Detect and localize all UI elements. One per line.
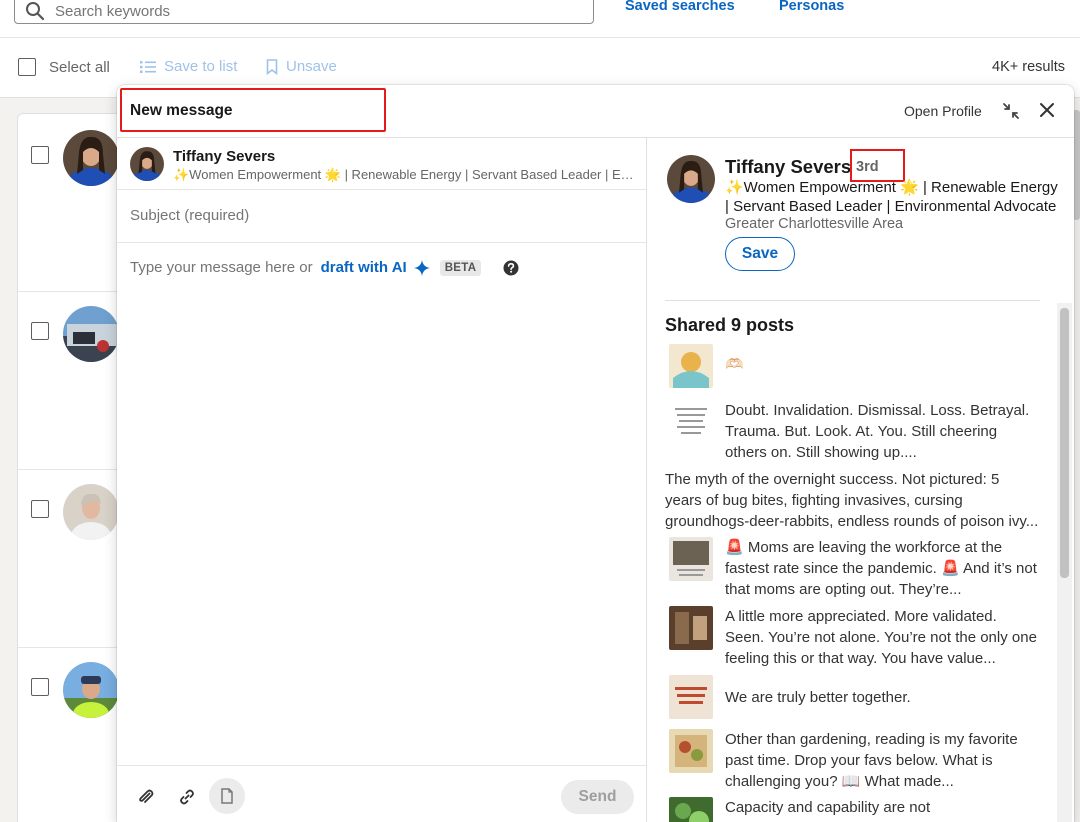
- minimize-icon[interactable]: [1001, 101, 1021, 121]
- result-checkbox[interactable]: [31, 678, 49, 696]
- unsave-label: Unsave: [286, 58, 337, 75]
- profile-scrollbar-thumb[interactable]: [1060, 308, 1069, 578]
- save-lead-button[interactable]: Save: [725, 237, 795, 271]
- result-checkbox[interactable]: [31, 322, 49, 340]
- page-scrollbar[interactable]: [1073, 110, 1080, 220]
- post-text: 🚨 Moms are leaving the workforce at the …: [725, 539, 1037, 598]
- search-box[interactable]: [14, 0, 594, 24]
- recipient-avatar: [130, 147, 164, 181]
- select-all-label: Select all: [49, 58, 110, 76]
- close-icon[interactable]: [1038, 101, 1056, 119]
- post-thumbnail: [669, 675, 713, 719]
- divider: [665, 300, 1040, 301]
- composer-footer: Send: [117, 765, 647, 822]
- subject-input[interactable]: [130, 207, 630, 224]
- avatar[interactable]: [63, 484, 119, 540]
- post-item[interactable]: A little more appreciated. More validate…: [665, 606, 1040, 670]
- post-thumbnail: [669, 344, 713, 388]
- recipient-headline: ✨Women Empowerment 🌟 | Renewable Energy …: [173, 167, 639, 182]
- new-message-modal: New message Open Profile Tiffany Severs …: [117, 85, 1074, 822]
- bookmark-icon: [266, 58, 278, 75]
- beta-badge: BETA: [439, 259, 482, 276]
- profile-panel: Tiffany Severs 3rd ✨Women Empowerment 🌟 …: [648, 138, 1074, 822]
- message-placeholder: Type your message here or: [130, 259, 313, 276]
- post-text: Capacity and capability are not intercha…: [725, 799, 1016, 822]
- list-icon: [140, 60, 156, 74]
- recipient-name: Tiffany Severs: [173, 148, 276, 165]
- post-text: 🫶🏻: [725, 356, 744, 373]
- document-button[interactable]: [209, 778, 245, 814]
- result-checkbox[interactable]: [31, 500, 49, 518]
- post-thumbnail: [669, 400, 713, 444]
- recipient-row: Tiffany Severs ✨Women Empowerment 🌟 | Re…: [117, 138, 647, 190]
- save-to-list-button[interactable]: Save to list: [140, 58, 237, 75]
- sparkle-icon: [413, 259, 430, 276]
- message-composer: Tiffany Severs ✨Women Empowerment 🌟 | Re…: [117, 138, 647, 822]
- profile-headline: ✨Women Empowerment 🌟 | Renewable Energy …: [725, 179, 1058, 215]
- profile-avatar[interactable]: [667, 155, 715, 203]
- draft-with-ai-link[interactable]: draft with AI: [321, 259, 407, 276]
- save-to-list-label: Save to list: [164, 58, 238, 75]
- post-text: A little more appreciated. More validate…: [725, 608, 1037, 667]
- select-all-checkbox[interactable]: [18, 58, 36, 76]
- personas-link[interactable]: Personas: [779, 0, 844, 14]
- post-item[interactable]: Capacity and capability are not intercha…: [665, 797, 1040, 822]
- post-text: We are truly better together.: [725, 689, 911, 706]
- top-bar: Saved searches Personas: [0, 0, 1080, 38]
- select-all[interactable]: Select all: [18, 58, 110, 76]
- post-thumbnail: [669, 537, 713, 581]
- post-item[interactable]: Other than gardening, reading is my favo…: [665, 729, 1040, 793]
- post-thumbnail: [669, 797, 713, 822]
- avatar[interactable]: [63, 130, 119, 186]
- shared-posts-title: Shared 9 posts: [665, 315, 795, 335]
- modal-title: New message: [130, 102, 233, 119]
- link-icon[interactable]: [178, 788, 196, 806]
- send-button[interactable]: Send: [561, 780, 634, 814]
- results-count: 4K+ results: [992, 59, 1065, 75]
- search-input[interactable]: [55, 2, 535, 20]
- post-item[interactable]: 🚨 Moms are leaving the workforce at the …: [665, 537, 1040, 601]
- post-thumbnail: [669, 729, 713, 773]
- post-item[interactable]: We are truly better together.: [665, 675, 1040, 719]
- result-checkbox[interactable]: [31, 146, 49, 164]
- profile-summary: Tiffany Severs 3rd ✨Women Empowerment 🌟 …: [648, 138, 1074, 293]
- post-text: The myth of the overnight success. Not p…: [665, 471, 1039, 530]
- subject-row: [117, 190, 647, 243]
- profile-location: Greater Charlottesville Area: [725, 216, 904, 232]
- profile-name[interactable]: Tiffany Severs: [725, 156, 851, 178]
- avatar[interactable]: [63, 306, 119, 362]
- post-text: Other than gardening, reading is my favo…: [725, 731, 1018, 790]
- post-item[interactable]: Doubt. Invalidation. Dismissal. Loss. Be…: [665, 400, 1040, 464]
- post-thumbnail: [669, 606, 713, 650]
- modal-header: New message Open Profile: [117, 85, 1074, 138]
- post-item[interactable]: 🫶🏻: [665, 344, 1040, 388]
- message-body[interactable]: Type your message here or draft with AI …: [130, 259, 519, 276]
- unsave-button[interactable]: Unsave: [266, 58, 337, 75]
- connection-degree-badge: 3rd: [856, 159, 879, 175]
- saved-searches-link[interactable]: Saved searches: [625, 0, 735, 14]
- post-text: Doubt. Invalidation. Dismissal. Loss. Be…: [725, 402, 1030, 461]
- help-icon[interactable]: [503, 260, 519, 276]
- post-item[interactable]: The myth of the overnight success. Not p…: [665, 469, 1040, 533]
- search-icon: [25, 1, 45, 21]
- avatar[interactable]: [63, 662, 119, 718]
- attachment-icon[interactable]: [137, 788, 155, 806]
- document-icon: [220, 788, 234, 804]
- open-profile-link[interactable]: Open Profile: [904, 103, 982, 119]
